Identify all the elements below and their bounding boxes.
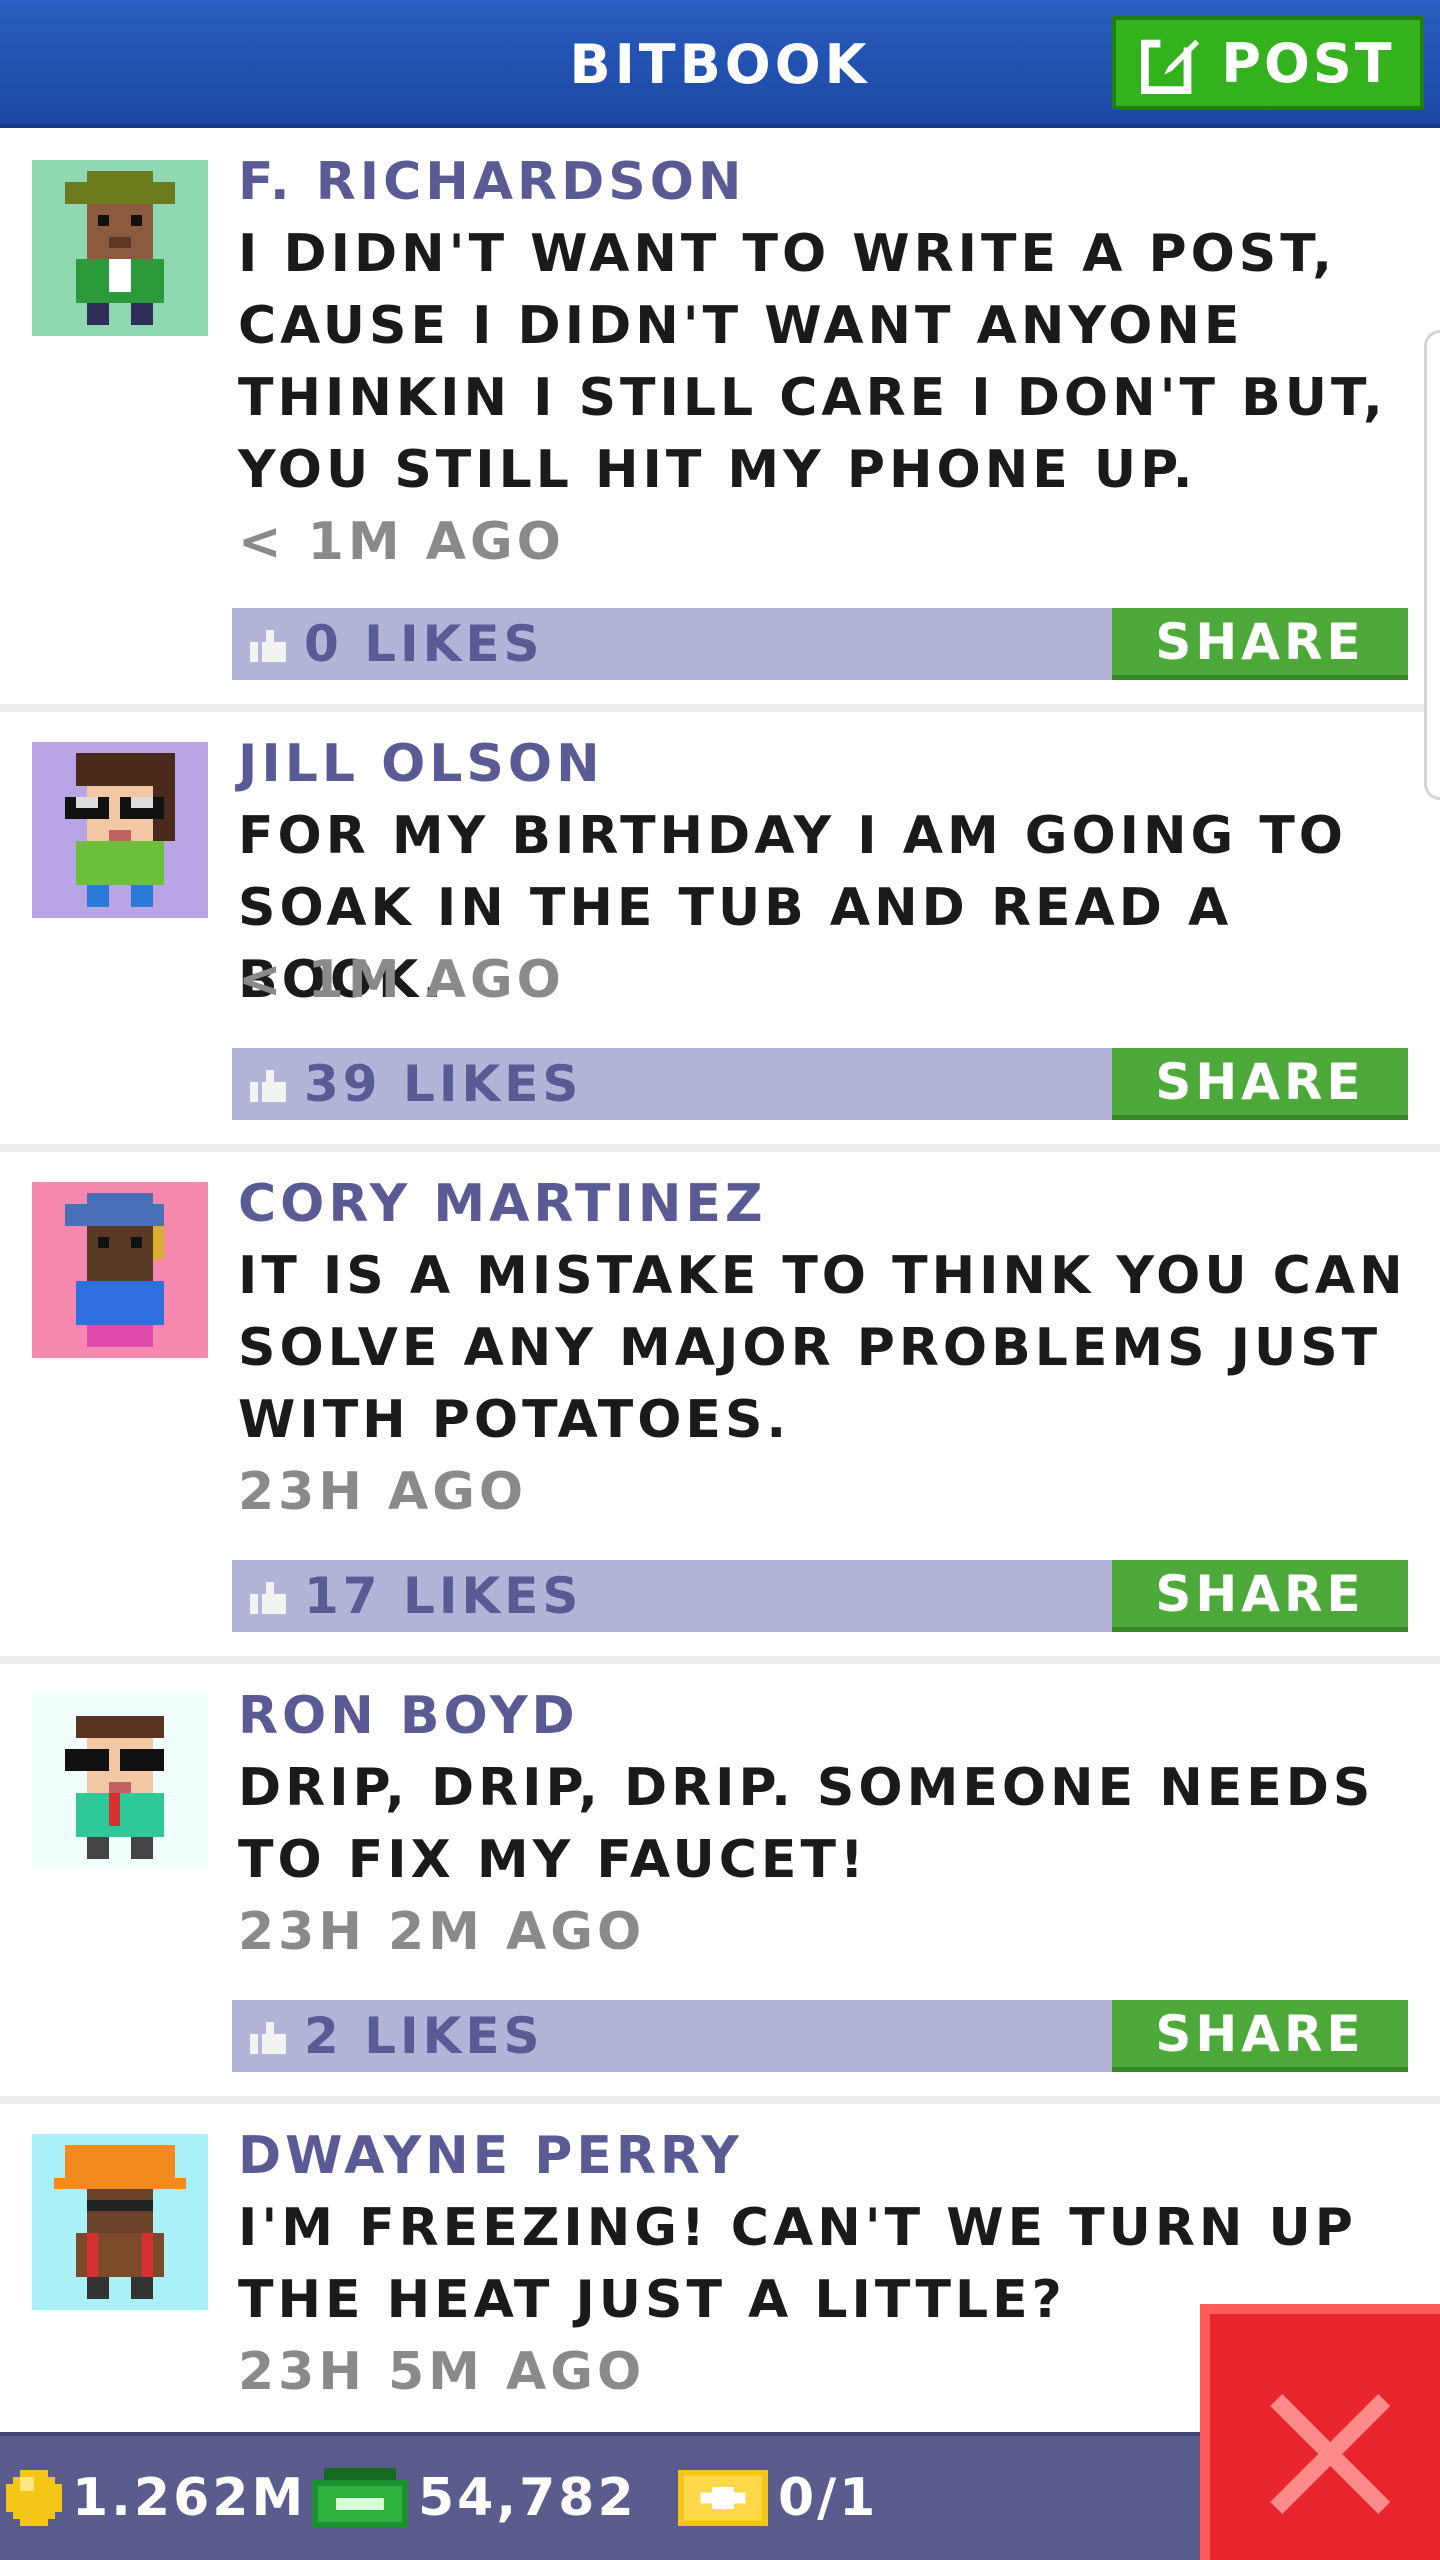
likes-bar: 17 LIKES SHARE <box>232 1560 1408 1632</box>
feed-post: CORY MARTINEZ IT IS A MISTAKE TO THINK Y… <box>0 1152 1440 1664</box>
post-button[interactable]: POST <box>1112 16 1424 110</box>
thumbs-up-icon[interactable] <box>250 1582 286 1614</box>
avatar <box>32 160 208 336</box>
thumbs-up-icon[interactable] <box>250 1070 286 1102</box>
post-author[interactable]: CORY MARTINEZ <box>238 1168 767 1240</box>
bux-stat: 54,782 <box>312 2436 637 2560</box>
post-author[interactable]: RON BOYD <box>238 1680 579 1752</box>
tickets-stat: 0/1 <box>678 2436 878 2560</box>
post-time: < 1M AGO <box>238 512 565 572</box>
thumbs-up-icon[interactable] <box>250 2022 286 2054</box>
likes-count: 39 LIKES <box>304 1055 583 1113</box>
avatar <box>32 1694 208 1870</box>
close-icon <box>1270 2394 1390 2514</box>
likes-count: 2 LIKES <box>304 2007 544 2065</box>
share-button[interactable]: SHARE <box>1112 2000 1408 2072</box>
likes-count: 0 LIKES <box>304 615 544 673</box>
likes-bar: 2 LIKES SHARE <box>232 2000 1408 2072</box>
feed-post: F. RICHARDSON I DIDN'T WANT TO WRITE A P… <box>0 132 1440 712</box>
close-button[interactable] <box>1200 2304 1440 2560</box>
feed-post: JILL OLSON FOR MY BIRTHDAY I AM GOING TO… <box>0 712 1440 1152</box>
share-button[interactable]: SHARE <box>1112 608 1408 680</box>
coin-icon <box>6 2470 62 2526</box>
coins-value: 1.262M <box>72 2468 307 2528</box>
post-time: < 1M AGO <box>238 950 565 1010</box>
share-button[interactable]: SHARE <box>1112 1048 1408 1120</box>
post-time: 23H AGO <box>238 1462 528 1522</box>
bux-value: 54,782 <box>418 2468 637 2528</box>
tickets-value: 0/1 <box>778 2468 879 2528</box>
thumbs-up-icon[interactable] <box>250 630 286 662</box>
post-time: 23H 5M AGO <box>238 2342 646 2402</box>
avatar <box>32 1182 208 1358</box>
avatar <box>32 2134 208 2310</box>
post-time: 23H 2M AGO <box>238 1902 646 1962</box>
post-author[interactable]: F. RICHARDSON <box>238 146 745 218</box>
app-header: BITBOOK POST <box>0 0 1440 128</box>
post-button-label: POST <box>1221 31 1395 95</box>
scroll-handle[interactable] <box>1424 330 1440 800</box>
likes-bar: 0 LIKES SHARE <box>232 608 1408 680</box>
post-text: DRIP, DRIP, DRIP. SOMEONE NEEDS TO FIX M… <box>238 1758 1375 1890</box>
likes-bar: 39 LIKES SHARE <box>232 1048 1408 1120</box>
bux-icon <box>312 2468 408 2528</box>
post-author[interactable]: JILL OLSON <box>238 728 604 800</box>
likes-count: 17 LIKES <box>304 1567 583 1625</box>
share-button[interactable]: SHARE <box>1112 1560 1408 1632</box>
feed-post: RON BOYD DRIP, DRIP, DRIP. SOMEONE NEEDS… <box>0 1664 1440 2104</box>
coins-stat: 1.262M <box>6 2436 306 2560</box>
post-author[interactable]: DWAYNE PERRY <box>238 2120 743 2192</box>
avatar <box>32 742 208 918</box>
ticket-icon <box>678 2470 768 2526</box>
post-text: IT IS A MISTAKE TO THINK YOU CAN SOLVE A… <box>238 1246 1407 1450</box>
post-text: I DIDN'T WANT TO WRITE A POST, CAUSE I D… <box>238 224 1387 500</box>
edit-icon <box>1141 35 1200 94</box>
